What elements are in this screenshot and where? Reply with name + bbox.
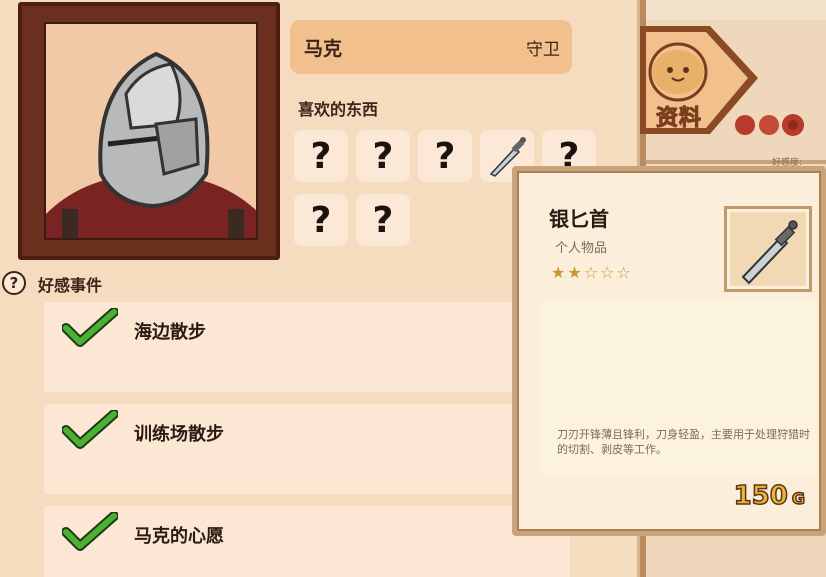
star-empty-icon: ☆ (600, 263, 617, 282)
like-slot-unknown[interactable]: ? (356, 194, 410, 246)
likes-title: 喜欢的东西 (298, 100, 379, 119)
item-tooltip-body: 银匕首 个人物品 ★★☆☆☆ 刀刃开锋薄且锋利，刀身轻盈，主要用于处理狩猎时的切… (517, 171, 821, 531)
event-card[interactable]: 马克的心愿 (44, 506, 570, 577)
portrait-frame (18, 2, 280, 260)
star-empty-icon: ☆ (583, 263, 601, 282)
knight-helmet-icon (46, 24, 256, 238)
event-label: 海边散步 (134, 322, 206, 343)
item-icon-frame (724, 206, 812, 292)
item-name: 银匕首 (549, 207, 609, 231)
price-unit: G (791, 488, 806, 509)
character-role: 守卫 (526, 40, 560, 60)
like-slot-unknown[interactable]: ? (356, 130, 410, 182)
character-portrait (44, 22, 258, 240)
checkmark-icon (62, 410, 118, 449)
events-header: ? 好感事件 (0, 268, 300, 298)
item-price: 150 G (733, 480, 806, 512)
profile-tab-label: 资料 (655, 106, 703, 132)
event-label: 马克的心愿 (134, 526, 224, 547)
like-slot-unknown[interactable]: ? (418, 130, 472, 182)
name-bar: 马克 守卫 (290, 20, 572, 74)
price-value: 150 (733, 480, 789, 512)
events-title: 好感事件 (38, 276, 103, 295)
event-label: 训练场散步 (134, 424, 224, 445)
checkmark-icon (62, 308, 118, 347)
item-rating: ★★☆☆☆ (551, 263, 633, 282)
dagger-icon (741, 220, 798, 285)
checkmark-icon (62, 512, 118, 551)
item-tooltip: 银匕首 个人物品 ★★☆☆☆ 刀刃开锋薄且锋利，刀身轻盈，主要用于处理狩猎时的切… (512, 166, 826, 536)
event-card[interactable]: 训练场散步 (44, 404, 570, 494)
event-card[interactable]: 海边散步 (44, 302, 570, 392)
help-icon[interactable]: ? (2, 271, 26, 295)
like-slot-unknown[interactable]: ? (294, 130, 348, 182)
star-filled-icon: ★ (551, 263, 568, 282)
item-category: 个人物品 (555, 241, 608, 256)
rose-icons (735, 114, 804, 136)
star-empty-icon: ☆ (616, 263, 633, 282)
item-description-box: 刀刃开锋薄且锋利，刀身轻盈，主要用于处理狩猎时的切割、剥皮等工作。 (541, 299, 817, 475)
item-description: 刀刃开锋薄且锋利，刀身轻盈，主要用于处理狩猎时的切割、剥皮等工作。 (557, 428, 810, 456)
star-filled-icon: ★ (567, 263, 584, 282)
like-slot-unknown[interactable]: ? (294, 194, 348, 246)
character-name: 马克 (304, 38, 343, 60)
